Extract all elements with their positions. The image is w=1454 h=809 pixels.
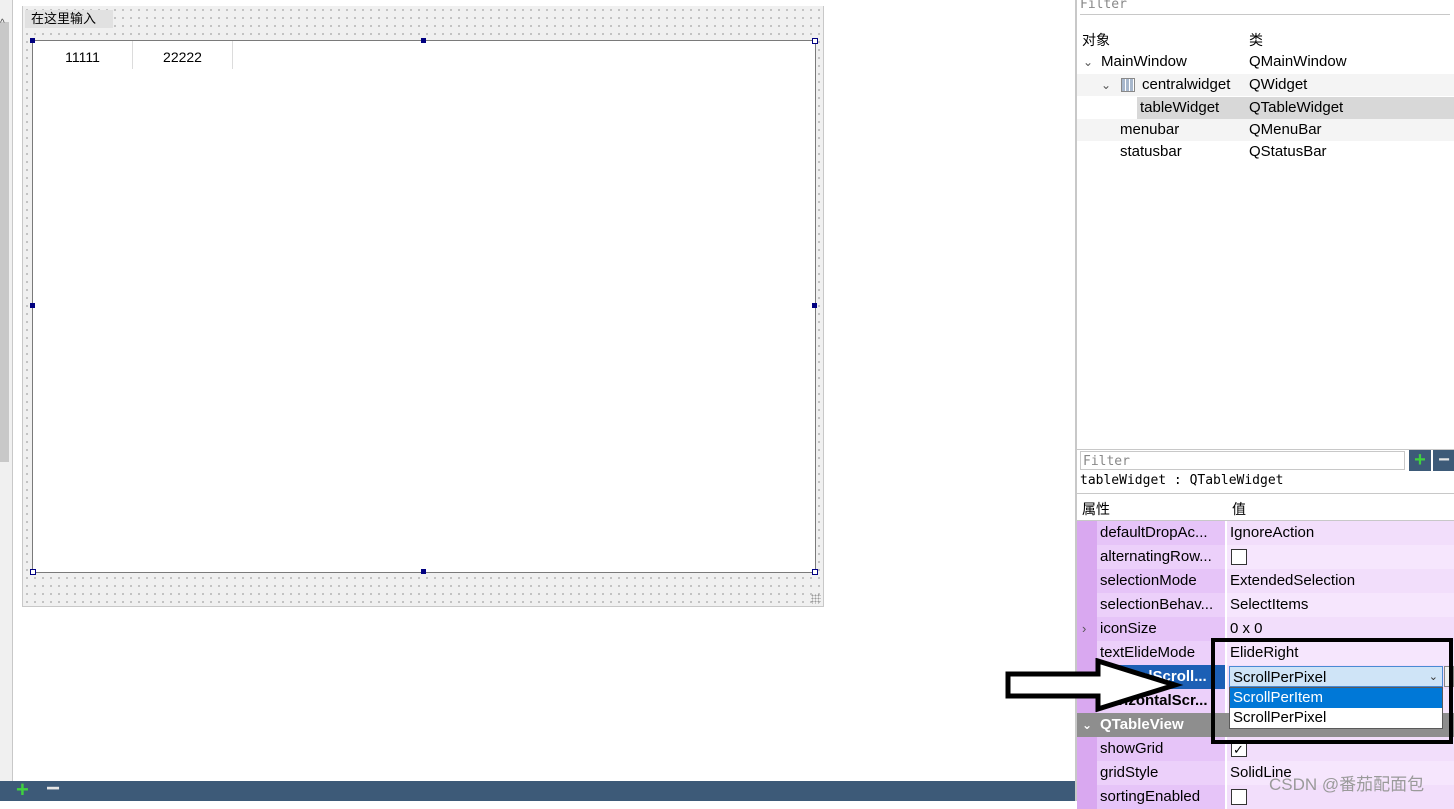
resize-handle[interactable] — [30, 303, 35, 308]
left-scroll-strip[interactable]: ^ — [0, 0, 13, 801]
object-filter-input[interactable]: Filter — [1080, 0, 1450, 15]
bottom-toolbar: + − — [0, 777, 1075, 801]
resize-handle[interactable] — [812, 569, 818, 575]
scrollbar-thumb[interactable] — [0, 22, 9, 462]
size-grip[interactable] — [811, 594, 821, 604]
resize-handle[interactable] — [812, 303, 817, 308]
property-filter-input[interactable]: Filter — [1080, 451, 1405, 470]
table-header-cell[interactable]: 22222 — [133, 41, 233, 69]
tree-row-menubar[interactable]: menubar QMenuBar — [1077, 119, 1454, 141]
property-object-label: tableWidget : QTableWidget — [1080, 473, 1284, 488]
checkbox[interactable] — [1231, 789, 1247, 805]
property-row[interactable]: alternatingRow... — [1077, 545, 1454, 569]
chevron-down-icon[interactable]: ⌄ — [1101, 74, 1111, 96]
plus-icon[interactable]: + — [1409, 450, 1431, 471]
tree-row-centralwidget[interactable]: ⌄ centralwidget QWidget — [1077, 74, 1454, 96]
resize-handle[interactable] — [421, 569, 426, 574]
chevron-down-icon[interactable]: ⌄ — [1083, 51, 1093, 73]
column-header-class: 类 — [1249, 32, 1263, 48]
property-row[interactable]: selectionBehav... SelectItems — [1077, 593, 1454, 617]
plus-icon[interactable]: + — [16, 779, 29, 801]
column-header-property: 属性 — [1082, 501, 1110, 517]
tree-row-mainwindow[interactable]: ⌄ MainWindow QMainWindow — [1077, 51, 1454, 73]
checkbox[interactable] — [1231, 549, 1247, 565]
minus-icon[interactable]: − — [46, 777, 60, 801]
property-row[interactable]: defaultDropAc... IgnoreAction — [1077, 521, 1454, 545]
tree-row-tablewidget[interactable]: tableWidget QTableWidget — [1077, 97, 1454, 119]
form-preview: 在这里输入 11111 22222 — [22, 6, 824, 607]
tree-row-statusbar[interactable]: statusbar QStatusBar — [1077, 141, 1454, 163]
column-header-object: 对象 — [1082, 32, 1110, 48]
annotation-highlight-box — [1211, 638, 1453, 744]
menu-placeholder[interactable]: 在这里输入 — [25, 10, 113, 28]
chevron-down-icon[interactable]: ⌄ — [1082, 713, 1092, 737]
table-header-cell[interactable]: 11111 — [33, 41, 133, 69]
annotation-arrow-icon — [1005, 658, 1184, 712]
resize-handle[interactable] — [30, 38, 35, 43]
minus-icon[interactable]: − — [1433, 450, 1454, 471]
resize-handle[interactable] — [812, 38, 818, 44]
property-row[interactable]: selectionMode ExtendedSelection — [1077, 569, 1454, 593]
resize-handle[interactable] — [30, 569, 36, 575]
chevron-up-icon[interactable]: ^ — [0, 18, 5, 29]
object-inspector-header: 对象 类 — [1077, 22, 1454, 52]
property-editor-header: 属性 值 — [1077, 493, 1454, 521]
table-widget[interactable]: 11111 22222 — [32, 40, 816, 573]
grid-layout-icon — [1121, 78, 1135, 92]
chevron-right-icon[interactable]: › — [1082, 617, 1086, 641]
property-filter-row: Filter + − — [1077, 449, 1454, 472]
resize-handle[interactable] — [421, 38, 426, 43]
watermark: CSDN @番茄配面包 — [1269, 775, 1425, 794]
column-header-value: 值 — [1232, 501, 1246, 517]
